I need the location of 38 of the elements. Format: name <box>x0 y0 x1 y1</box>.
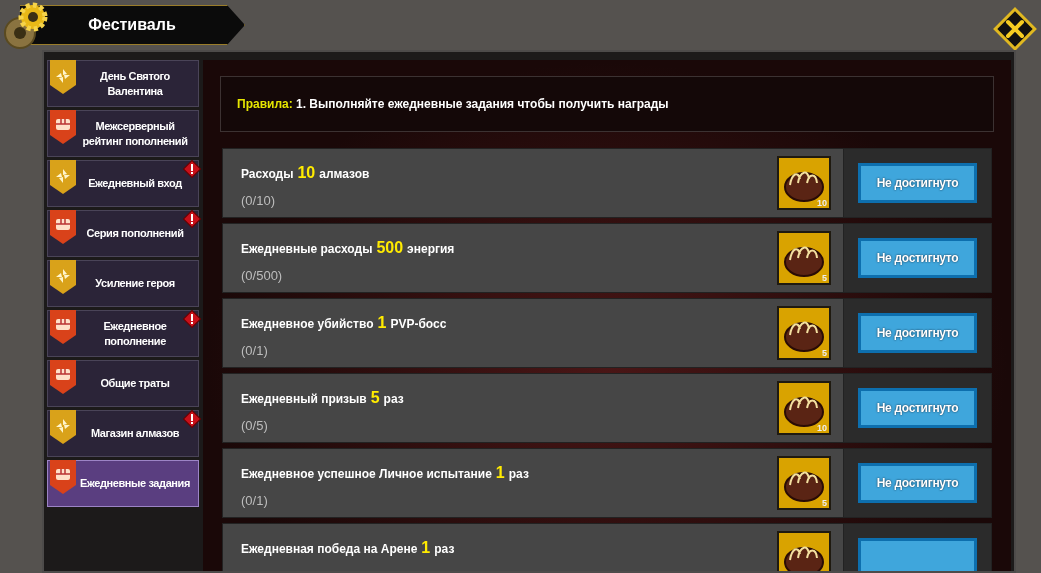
task-title: Ежедневное успешное Личное испытание 1 раз <box>241 463 530 483</box>
chocolate-reward-icon[interactable]: 5 <box>777 306 831 360</box>
sidebar-tab[interactable]: Ежедневное пополнение <box>47 310 199 357</box>
chocolate-reward-icon[interactable]: 10 <box>777 381 831 435</box>
rules-text: Правила: 1. Выполняйте ежедневные задания чтобы получить награды <box>220 76 994 132</box>
task-counter-text: (0/10) <box>241 192 276 210</box>
task-title: Расходы 10 алмазов <box>241 163 371 183</box>
task-title: Ежедневное убийство 1 PVP-босс <box>241 313 448 333</box>
reward-count: 5 <box>822 499 827 508</box>
task-counter-text: (0/500) <box>241 267 284 285</box>
status-button[interactable]: Не достигнуто <box>858 388 977 428</box>
chocolate-reward-icon[interactable] <box>777 531 831 571</box>
task-title: Ежедневный призыв 5 раз <box>241 388 405 408</box>
task-counter-text: (0/5) <box>241 417 269 435</box>
sidebar-tab[interactable]: День Святого Валентина <box>47 60 199 107</box>
task-title: Ежедневные расходы 500 энергия <box>241 238 456 258</box>
chocolate-reward-icon[interactable]: 5 <box>777 231 831 285</box>
chocolate-reward-icon[interactable]: 10 <box>777 156 831 210</box>
status-button[interactable]: Не достигнуто <box>858 313 977 353</box>
sidebar-tab[interactable]: Магазин алмазов <box>47 410 199 457</box>
status-button[interactable]: Не достигнуто <box>858 163 977 203</box>
status-button[interactable]: Не достигнуто <box>858 238 977 278</box>
sidebar-tab[interactable]: Общие траты <box>47 360 199 407</box>
chocolate-reward-icon[interactable]: 5 <box>777 456 831 510</box>
sidebar-tab[interactable]: Межсерверный рейтинг пополнений <box>47 110 199 157</box>
sidebar-tab[interactable]: Ежедневный вход <box>47 160 199 207</box>
task-counter-text: (0/1) <box>241 342 269 360</box>
sidebar-tab[interactable]: Серия пополнений <box>47 210 199 257</box>
task-title: Ежедневная победа на Арене 1 раз <box>241 538 456 558</box>
reward-count: 10 <box>817 424 827 433</box>
sidebar-tab[interactable]: Усиление героя <box>47 260 199 307</box>
reward-count: 10 <box>817 199 827 208</box>
window-title: Фестиваль <box>20 5 245 45</box>
reward-count: 5 <box>822 349 827 358</box>
status-button[interactable]: Не достигнуто <box>858 463 977 503</box>
task-counter-text: (0/1) <box>241 492 269 510</box>
reward-count: 5 <box>822 274 827 283</box>
sidebar-tab[interactable]: Ежедневные задания <box>47 460 199 507</box>
